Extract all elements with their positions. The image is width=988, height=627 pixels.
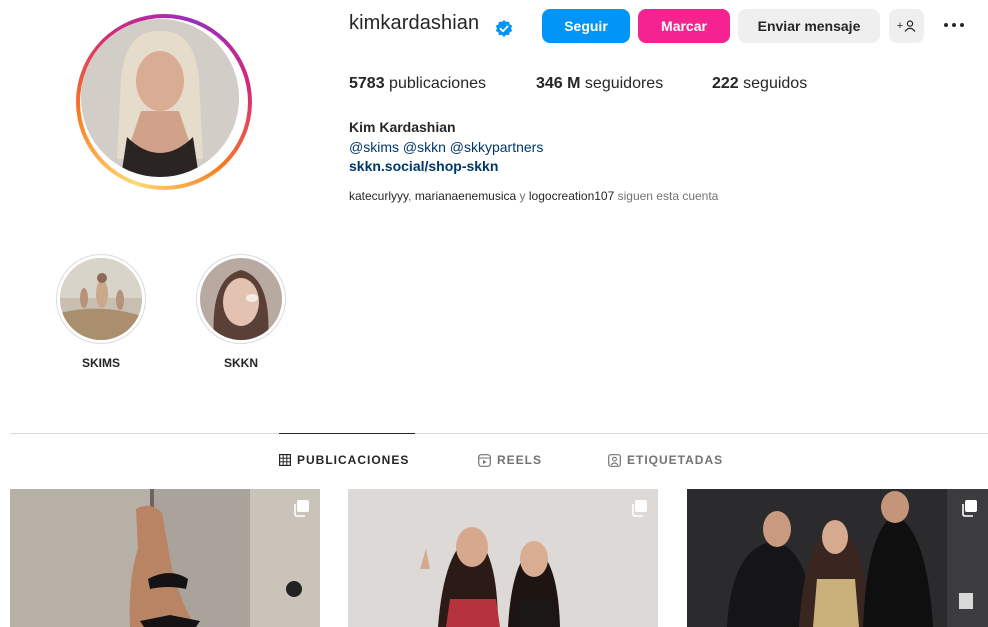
post-thumbnail[interactable] [687, 489, 988, 627]
following-number: 222 [712, 75, 739, 92]
tab-reels[interactable]: REELS [478, 453, 542, 467]
multiple-photos-icon [962, 500, 977, 517]
posts-count: 5783 publicaciones [349, 75, 486, 93]
followed-by-sep: , [408, 189, 415, 203]
multiple-photos-icon [632, 500, 647, 517]
tab-active-indicator [279, 433, 415, 434]
follower-user[interactable]: logocreation107 [529, 189, 614, 203]
send-message-button[interactable]: Enviar mensaje [738, 9, 880, 43]
tab-posts[interactable]: PUBLICACIONES [279, 453, 409, 467]
followers-count[interactable]: 346 M seguidores [536, 75, 663, 93]
highlight-cover [60, 258, 142, 340]
follow-button[interactable]: Seguir [542, 9, 630, 43]
profile-username: kimkardashian [349, 12, 480, 34]
followed-by-sep: y [516, 189, 529, 203]
tab-posts-label: PUBLICACIONES [297, 453, 410, 467]
highlight-ring [196, 254, 286, 344]
suggest-plus: + [896, 20, 904, 32]
followed-by[interactable]: katecurlyyy, marianaenemusica y logocrea… [349, 189, 718, 203]
tab-reels-label: REELS [497, 453, 543, 467]
tagged-icon [608, 453, 621, 467]
post-thumbnail[interactable] [10, 489, 320, 627]
following-label: seguidos [743, 75, 808, 92]
follower-user[interactable]: marianaenemusica [415, 189, 516, 203]
bio-tags[interactable]: @skims @skkn @skkypartners [349, 139, 543, 155]
posts-number: 5783 [349, 75, 385, 92]
follower-user[interactable]: katecurlyyy [349, 189, 408, 203]
post-thumbnail[interactable] [348, 489, 658, 627]
followed-by-suffix: siguen esta cuenta [614, 189, 719, 203]
suggest-accounts-button[interactable]: + [889, 9, 924, 43]
posts-label: publicaciones [389, 75, 486, 92]
grid-icon [279, 454, 291, 466]
tab-tagged-label: ETIQUETADAS [627, 453, 724, 467]
profile-full-name: Kim Kardashian [349, 119, 456, 135]
more-options-icon[interactable] [940, 15, 968, 35]
avatar-photo [81, 19, 239, 177]
following-count[interactable]: 222 seguidos [712, 75, 807, 93]
multiple-photos-icon [294, 500, 309, 517]
add-person-icon [904, 20, 916, 32]
highlight-skkn[interactable]: SKKN [196, 254, 286, 370]
highlight-ring [56, 254, 146, 344]
highlight-skims[interactable]: SKIMS [56, 254, 146, 370]
verified-badge-icon [495, 20, 513, 37]
followers-number: 346 M [536, 75, 581, 92]
highlight-label: SKKN [223, 356, 258, 370]
tabs-divider [10, 433, 988, 434]
highlight-cover [200, 258, 282, 340]
tab-tagged[interactable]: ETIQUETADAS [608, 453, 723, 467]
profile-avatar[interactable] [76, 14, 252, 190]
reels-icon [478, 453, 491, 467]
bio-link[interactable]: skkn.social/shop-skkn [349, 158, 498, 174]
followers-label: seguidores [584, 75, 664, 92]
highlight-label: SKIMS [81, 356, 120, 370]
mark-button[interactable]: Marcar [638, 9, 730, 43]
